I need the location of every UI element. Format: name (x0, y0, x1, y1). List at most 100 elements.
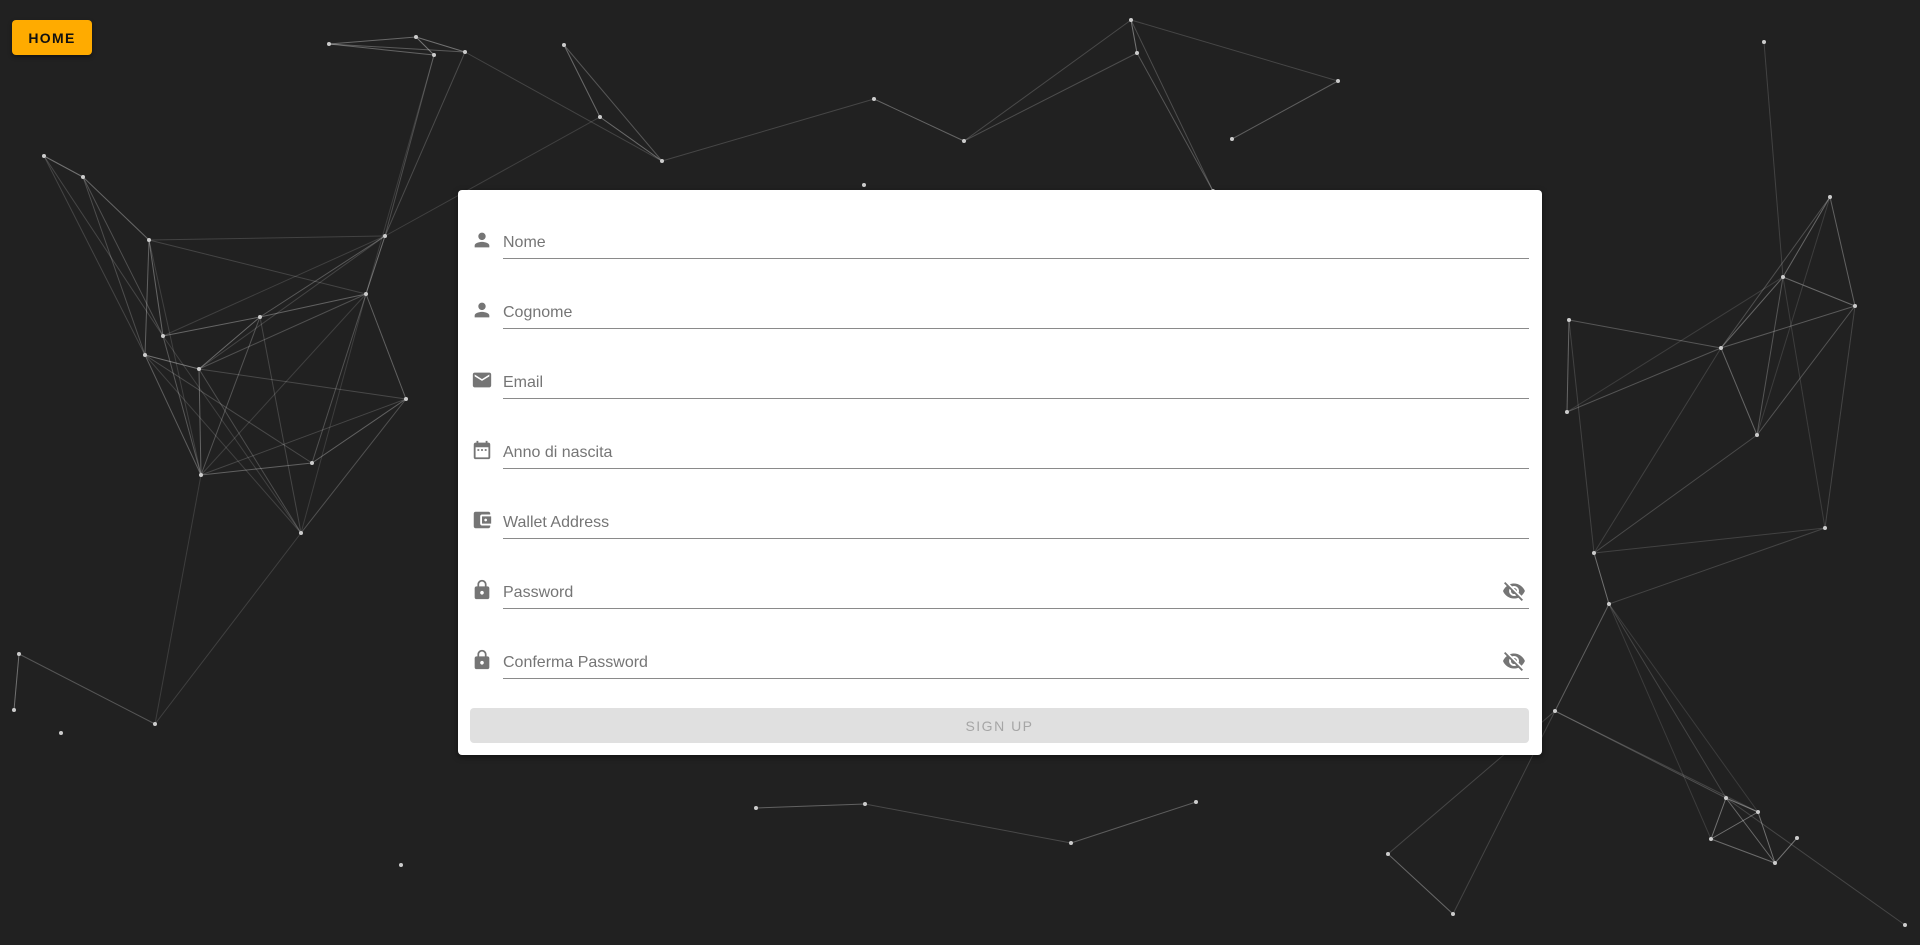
network-edge (1608, 603, 1712, 840)
network-edge (259, 235, 386, 318)
network-edge (198, 293, 367, 370)
person-icon (474, 302, 490, 318)
network-edge (328, 36, 417, 45)
network-edge (1566, 347, 1722, 413)
network-edge (1608, 603, 1759, 813)
network-node (59, 731, 63, 735)
network-edge (43, 155, 164, 337)
network-edge (1593, 434, 1758, 554)
eye-off-icon[interactable] (1502, 579, 1526, 603)
network-edge (1130, 19, 1339, 82)
network-edge (873, 98, 965, 142)
email-input[interactable] (503, 363, 1529, 399)
network-edge (365, 293, 407, 400)
network-node (862, 183, 866, 187)
network-edge (1782, 276, 1856, 307)
network-edge (1130, 19, 1214, 192)
network-node (1592, 551, 1596, 555)
nome-input[interactable] (503, 223, 1529, 259)
network-node (1565, 410, 1569, 414)
network-node (1756, 810, 1760, 814)
network-node (463, 50, 467, 54)
network-node (872, 97, 876, 101)
network-node (1903, 923, 1907, 927)
network-edge (1757, 811, 1776, 864)
password-field: Password (458, 563, 1542, 613)
network-edge (1554, 603, 1610, 712)
home-button[interactable]: HOME (12, 20, 92, 55)
network-node (660, 159, 664, 163)
wallet-field: Wallet Address (458, 493, 1542, 543)
sign-up-button[interactable]: SIGN UP (470, 708, 1529, 743)
network-edge (1568, 319, 1722, 349)
network-node (399, 863, 403, 867)
network-node (147, 238, 151, 242)
cognome-input[interactable] (503, 293, 1529, 329)
lock-icon (474, 649, 490, 670)
network-edge (259, 293, 367, 318)
network-node (1607, 602, 1611, 606)
network-node (1773, 861, 1777, 865)
password-input[interactable] (503, 573, 1529, 609)
nome-field: Nome (458, 213, 1542, 263)
network-node (1724, 796, 1728, 800)
network-edge (563, 44, 663, 162)
network-edge (148, 239, 367, 295)
network-edge (1774, 837, 1798, 864)
network-node (1781, 275, 1785, 279)
network-node (1230, 137, 1234, 141)
network-edge (198, 368, 407, 400)
network-node (17, 652, 21, 656)
birth-year-input[interactable] (503, 433, 1529, 469)
network-edge (311, 398, 407, 464)
wallet-input[interactable] (503, 503, 1529, 539)
network-edge (864, 803, 1072, 844)
network-edge (1566, 319, 1570, 413)
network-node (364, 292, 368, 296)
network-edge (1725, 797, 1906, 926)
network-edge (1568, 319, 1595, 554)
network-edge (661, 98, 875, 162)
email-icon (472, 372, 492, 388)
confirm-password-field: Conferma Password (458, 633, 1542, 683)
network-edge (1720, 347, 1758, 436)
network-edge (1387, 853, 1454, 915)
network-edge (198, 235, 386, 370)
network-edge (162, 235, 386, 337)
wallet-icon (473, 511, 492, 529)
network-edge (1782, 276, 1826, 529)
network-node (1194, 800, 1198, 804)
eye-off-icon[interactable] (1502, 649, 1526, 673)
network-edge (1756, 276, 1784, 436)
network-edge (1720, 276, 1784, 349)
email-field: Email (458, 353, 1542, 403)
network-node (414, 35, 418, 39)
network-edge (144, 239, 150, 356)
network-edge (365, 54, 435, 295)
network-edge (1720, 305, 1856, 349)
signup-form: Nome Cognome Email Anno di nascita Walle… (458, 190, 1542, 755)
network-edge (1231, 80, 1339, 140)
network-node (153, 722, 157, 726)
network-node (432, 53, 436, 57)
network-edge (200, 316, 261, 476)
network-node (1762, 40, 1766, 44)
network-node (327, 42, 331, 46)
network-edge (1593, 347, 1722, 554)
confirm-password-input[interactable] (503, 643, 1529, 679)
network-edge (1130, 19, 1138, 54)
network-node (1828, 195, 1832, 199)
birth-year-field: Anno di nascita (458, 423, 1542, 473)
network-node (863, 802, 867, 806)
network-node (1853, 304, 1857, 308)
network-node (161, 334, 165, 338)
network-edge (43, 155, 146, 356)
network-node (1129, 18, 1133, 22)
network-edge (162, 316, 261, 337)
network-node (1386, 852, 1390, 856)
network-node (1709, 837, 1713, 841)
network-node (81, 175, 85, 179)
network-edge (1608, 603, 1727, 799)
network-node (1755, 433, 1759, 437)
network-edge (162, 335, 302, 534)
